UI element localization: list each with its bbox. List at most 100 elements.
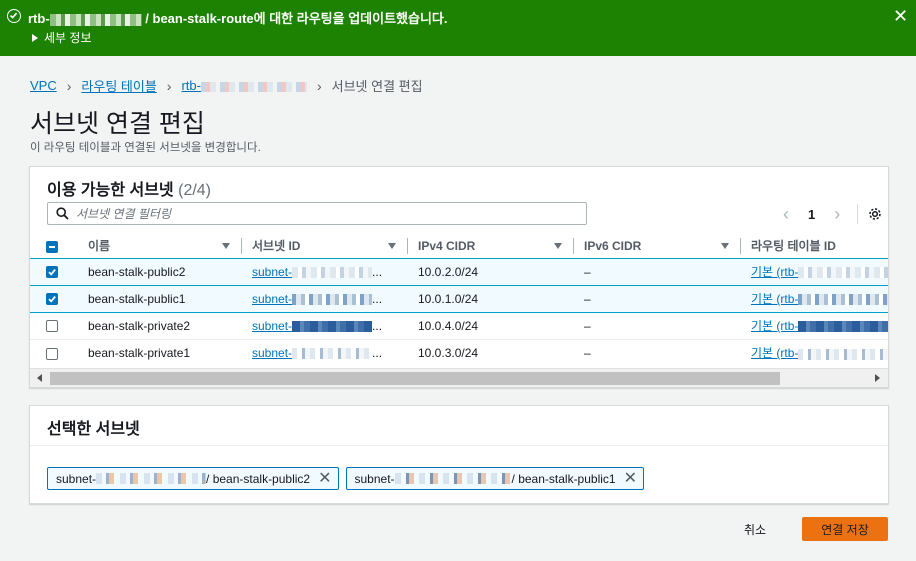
cell-ipv6-cidr: – (574, 338, 741, 366)
scroll-right-icon[interactable] (875, 374, 880, 382)
ellipsis: ... (372, 345, 383, 360)
pagination: ‹ 1 › (778, 204, 882, 224)
cancel-button[interactable]: 취소 (744, 518, 766, 541)
subnet-id-link[interactable]: subnet- (252, 319, 373, 333)
cell-route-table-id: 기본 (rtb- (741, 338, 888, 366)
column-header-name[interactable]: 이름 (78, 234, 242, 258)
available-subnets-panel: 이용 가능한 서브넷 (2/4) ‹ 1 › 이름 서브넷 ID IPv4 (29, 166, 889, 388)
search-icon (56, 207, 69, 223)
cell-name: bean-stalk-public2 (78, 257, 242, 286)
chevron-right-icon[interactable]: › (829, 204, 845, 225)
chevron-right-icon: › (316, 77, 322, 94)
cell-ipv4-cidr: 10.0.1.0/24 (408, 284, 574, 313)
cell-ipv6-cidr: – (574, 284, 741, 313)
selection-count: (2/4) (178, 182, 212, 199)
row-checkbox[interactable] (46, 347, 58, 360)
ellipsis: ... (372, 318, 383, 333)
redacted-id (798, 321, 888, 333)
cell-ipv4-cidr: 10.0.2.0/24 (408, 257, 574, 286)
divider (30, 445, 888, 446)
breadcrumb-vpc[interactable]: VPC (30, 78, 57, 93)
details-toggle[interactable]: 세부 정보 (32, 29, 92, 46)
selected-subnets-panel: 선택한 서브넷 subnet- / bean-stalk-public2 ✕ su… (29, 405, 889, 504)
column-header-subnet-id[interactable]: 서브넷 ID (242, 234, 408, 258)
selected-subnet-token: subnet- / bean-stalk-public2 ✕ (47, 467, 339, 490)
cell-name: bean-stalk-private1 (78, 338, 242, 366)
check-circle-icon (7, 9, 21, 23)
sort-icon[interactable] (388, 243, 396, 249)
route-table-link[interactable]: 기본 (rtb- (751, 319, 888, 333)
horizontal-scrollbar[interactable] (30, 368, 888, 387)
ellipsis: ... (372, 264, 383, 279)
breadcrumb-route-tables[interactable]: 라우팅 테이블 (81, 76, 156, 95)
redacted-id (200, 81, 307, 92)
column-header-route-table[interactable]: 라우팅 테이블 ID (741, 234, 888, 258)
table-row[interactable]: bean-stalk-private2 subnet-... 10.0.4.0/24… (30, 311, 888, 339)
chevron-left-icon[interactable]: ‹ (778, 204, 794, 225)
row-checkbox[interactable] (46, 293, 58, 306)
row-checkbox[interactable] (46, 266, 58, 279)
page-number[interactable]: 1 (808, 207, 815, 222)
sort-icon[interactable] (721, 243, 729, 249)
search-field[interactable] (47, 202, 587, 225)
breadcrumb-route-table-id[interactable]: rtb- (181, 78, 307, 93)
breadcrumb: VPC › 라우팅 테이블 › rtb- › 서브넷 연결 편집 (30, 76, 423, 95)
page-title: 서브넷 연결 편집 (30, 110, 205, 138)
column-header-ipv6[interactable]: IPv6 CIDR (574, 234, 741, 258)
breadcrumb-current: 서브넷 연결 편집 (331, 79, 423, 94)
table-row[interactable]: bean-stalk-public2 subnet-... 10.0.2.0/24–… (30, 257, 888, 286)
divider (857, 204, 859, 224)
redacted-id (292, 348, 373, 360)
row-select-cell[interactable] (30, 338, 78, 366)
close-icon[interactable]: ✕ (893, 7, 908, 25)
redacted-id (798, 294, 888, 306)
panel-title: 이용 가능한 서브넷 (2/4) (47, 182, 212, 199)
redacted-id (49, 13, 142, 26)
redacted-id (96, 473, 207, 484)
row-select-cell[interactable] (30, 284, 78, 313)
table-row[interactable]: bean-stalk-public1 subnet-... 10.0.1.0/24–… (30, 284, 888, 313)
ellipsis: ... (372, 291, 383, 306)
scroll-thumb[interactable] (50, 372, 780, 385)
sort-icon[interactable] (554, 243, 562, 249)
cell-subnet-id: subnet-... (242, 257, 408, 286)
save-associations-button[interactable]: 연결 저장 (802, 517, 888, 541)
cell-subnet-id: subnet-... (242, 284, 408, 313)
select-all-checkbox[interactable] (46, 240, 58, 253)
success-flashbar: rtb- / bean-stalk-route에 대한 라우팅을 업데이트했습니… (0, 0, 916, 56)
scroll-left-icon[interactable] (37, 374, 42, 382)
close-icon[interactable]: ✕ (318, 470, 331, 486)
caret-right-icon (32, 34, 38, 42)
cell-ipv4-cidr: 10.0.4.0/24 (408, 311, 574, 339)
subnet-id-link[interactable]: subnet- (252, 265, 373, 279)
cell-route-table-id: 기본 (rtb- (741, 311, 888, 339)
cell-name: bean-stalk-public1 (78, 284, 242, 313)
redacted-id (394, 473, 512, 484)
gear-icon[interactable] (868, 207, 882, 221)
redacted-id (798, 348, 888, 360)
route-table-link[interactable]: 기본 (rtb- (751, 265, 888, 279)
redacted-id (292, 266, 373, 278)
cell-ipv6-cidr: – (574, 257, 741, 286)
table-row[interactable]: bean-stalk-private1 subnet-... 10.0.3.0/24… (30, 338, 888, 366)
route-table-link[interactable]: 기본 (rtb- (751, 292, 888, 306)
sort-icon[interactable] (222, 243, 230, 249)
selected-subnet-token: subnet- / bean-stalk-public1 ✕ (345, 467, 644, 490)
column-header-ipv4[interactable]: IPv4 CIDR (408, 234, 574, 258)
subnet-id-link[interactable]: subnet- (252, 346, 373, 360)
chevron-right-icon: › (166, 77, 172, 94)
cell-name: bean-stalk-private2 (78, 311, 242, 339)
row-select-cell[interactable] (30, 257, 78, 286)
subnet-id-link[interactable]: subnet- (252, 292, 373, 306)
row-checkbox[interactable] (46, 320, 58, 333)
cell-ipv4-cidr: 10.0.3.0/24 (408, 338, 574, 366)
close-icon[interactable]: ✕ (624, 470, 637, 486)
select-all-header[interactable] (30, 234, 78, 258)
route-table-link[interactable]: 기본 (rtb- (751, 346, 888, 360)
chevron-right-icon: › (66, 77, 72, 94)
cell-route-table-id: 기본 (rtb- (741, 284, 888, 313)
cell-subnet-id: subnet-... (242, 311, 408, 339)
subnets-table: 이름 서브넷 ID IPv4 CIDR IPv6 CIDR 라우팅 테이블 ID… (30, 234, 888, 368)
search-input[interactable] (76, 205, 576, 222)
row-select-cell[interactable] (30, 311, 78, 339)
